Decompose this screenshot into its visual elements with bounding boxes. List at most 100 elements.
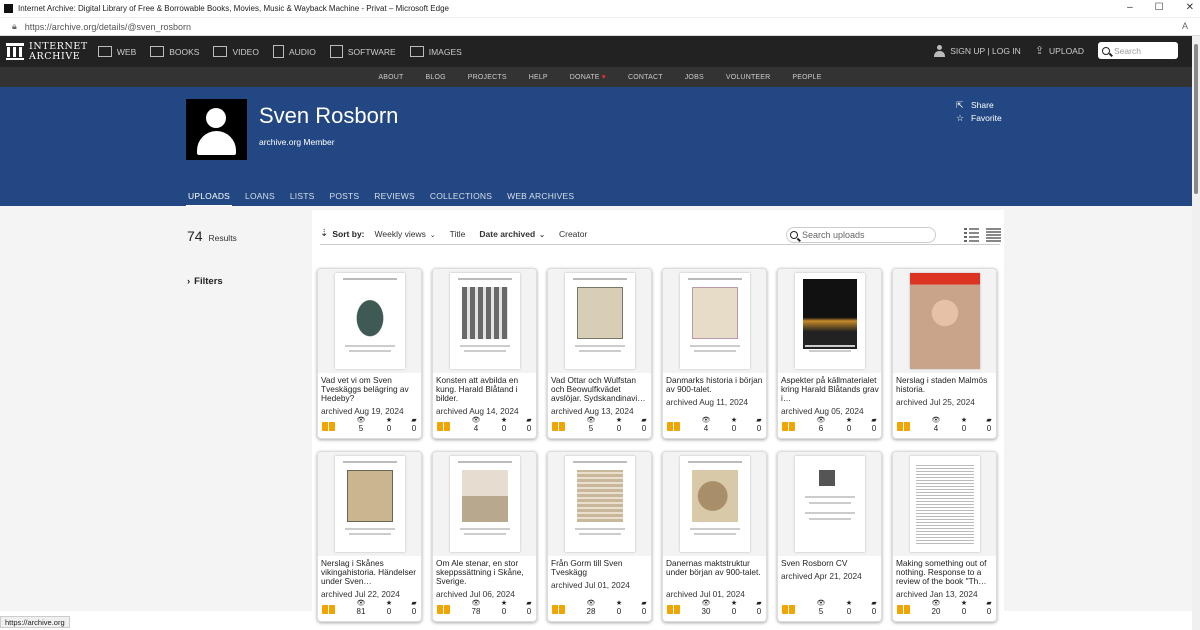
logo-line1: INTERNET	[29, 40, 88, 52]
item-thumbnail[interactable]	[893, 452, 996, 556]
filters-toggle[interactable]: › Filters	[187, 276, 223, 287]
item-card[interactable]: Vad Ottar och Wulfstan och Beowulfkvädet…	[547, 268, 652, 439]
tab-loans[interactable]: LOANS	[243, 191, 277, 207]
item-thumbnail[interactable]	[433, 269, 536, 373]
subnav-help[interactable]: HELP	[529, 74, 548, 81]
item-thumbnail[interactable]	[433, 452, 536, 556]
nav-audio[interactable]: AUDIO	[272, 45, 316, 58]
item-card[interactable]: Aspekter på källmaterialet kring Harald …	[777, 268, 882, 439]
sort-creator[interactable]: Creator	[559, 229, 587, 239]
minimize-icon[interactable]: –	[1127, 2, 1133, 13]
list-view-icon[interactable]	[964, 227, 979, 242]
item-card[interactable]: Från Gorm till Sven Tveskägg archived Ju…	[547, 451, 652, 622]
book-icon	[437, 605, 450, 614]
subnav-contact[interactable]: CONTACT	[628, 74, 663, 81]
review-count: 0	[641, 424, 647, 433]
url-text[interactable]: https://archive.org/details/@sven_rosbor…	[25, 22, 191, 32]
tab-lists[interactable]: LISTS	[288, 191, 317, 207]
site-search-input[interactable]: Search	[1098, 42, 1178, 59]
window-controls: – ☐ ✕	[1127, 2, 1194, 13]
window-title: Internet Archive: Digital Library of Fre…	[18, 4, 449, 13]
item-card[interactable]: Vad vet vi om Sven Tveskäggs belägring a…	[317, 268, 422, 439]
view-count: 6	[818, 424, 824, 433]
read-aloud-icon[interactable]: A	[1182, 21, 1188, 31]
main-area: 74 Results › Filters ⇣ Sort by: Weekly vi…	[0, 206, 1200, 622]
uploads-search-input[interactable]: Search uploads	[786, 227, 936, 243]
item-stats: 👁︎ 28 ★ 0 ▰ 0	[551, 600, 650, 618]
nav-web[interactable]: WEB	[97, 46, 137, 57]
profile-subtitle: archive.org Member	[259, 137, 335, 147]
ia-favicon-icon	[4, 4, 13, 13]
item-card[interactable]: Sven Rosborn CV archived Apr 21, 2024 👁︎…	[777, 451, 882, 622]
subnav-jobs[interactable]: JOBS	[685, 74, 704, 81]
signup-login-link[interactable]: SIGN UP | LOG IN	[934, 44, 1021, 57]
item-card[interactable]: Om Ale stenar, en stor skeppssättning i …	[432, 451, 537, 622]
item-thumbnail[interactable]	[548, 269, 651, 373]
item-stats: 👁︎ 5 ★ 0 ▰ 0	[321, 417, 420, 435]
item-thumbnail[interactable]	[778, 452, 881, 556]
nav-software[interactable]: SOFTWARE	[329, 45, 396, 58]
tab-web-archives[interactable]: WEB ARCHIVES	[505, 191, 576, 207]
item-card[interactable]: Danmarks historia i början av 900-talet.…	[662, 268, 767, 439]
item-card[interactable]: Nerslag i Skånes vikingahistoria. Händel…	[317, 451, 422, 622]
item-card[interactable]: Konsten att avbilda en kung. Harald Blåt…	[432, 268, 537, 439]
item-thumbnail[interactable]	[318, 452, 421, 556]
maximize-icon[interactable]: ☐	[1155, 2, 1164, 13]
item-stats: 👁︎ 4 ★ 0 ▰ 0	[666, 417, 765, 435]
share-icon: ⇱	[956, 100, 964, 110]
heart-icon: ♥	[601, 73, 607, 81]
tab-collections[interactable]: COLLECTIONS	[428, 191, 494, 207]
close-icon[interactable]: ✕	[1186, 2, 1194, 13]
item-card[interactable]: Making something out of nothing. Respons…	[892, 451, 997, 622]
address-bar[interactable]: 🔒︎ https://archive.org/details/@sven_ros…	[0, 18, 1200, 36]
results-number: 74	[187, 228, 203, 244]
ia-logo[interactable]: INTERNET ARCHIVE	[6, 40, 88, 62]
nav-images[interactable]: IMAGES	[409, 46, 462, 57]
sort-date-archived[interactable]: Date archived ⌄	[479, 229, 545, 239]
grid-view-icon[interactable]	[942, 227, 957, 242]
item-stats: 👁︎ 4 ★ 0 ▰ 0	[436, 417, 535, 435]
sort-bar: ⇣ Sort by: Weekly views ⌄ Title Date arc…	[320, 223, 1001, 245]
nav-books[interactable]: BOOKS	[150, 46, 199, 57]
scrollbar-thumb[interactable]	[1194, 44, 1198, 194]
subnav-about[interactable]: ABOUT	[378, 74, 403, 81]
item-thumbnail[interactable]	[893, 269, 996, 373]
book-icon	[897, 605, 910, 614]
share-button[interactable]: ⇱ Share	[956, 99, 1002, 112]
book-icon	[552, 422, 565, 431]
books-icon	[150, 46, 165, 57]
subnav-volunteer[interactable]: VOLUNTEER	[726, 74, 771, 81]
tab-posts[interactable]: POSTS	[327, 191, 361, 207]
tab-reviews[interactable]: REVIEWS	[372, 191, 417, 207]
review-count: 0	[986, 424, 992, 433]
nav-video[interactable]: VIDEO	[213, 46, 259, 57]
item-date: archived Aug 11, 2024	[666, 397, 748, 407]
subnav-blog[interactable]: BLOG	[425, 74, 445, 81]
sort-weekly-views[interactable]: Weekly views ⌄	[375, 229, 436, 239]
compact-list-view-icon[interactable]	[986, 227, 1001, 242]
item-card[interactable]: Nerslag i staden Malmös historia. archiv…	[892, 268, 997, 439]
tab-uploads[interactable]: UPLOADS	[186, 191, 233, 207]
nav-web-label: WEB	[116, 46, 137, 57]
favorite-button[interactable]: ☆ Favorite	[956, 112, 1002, 125]
item-thumbnail[interactable]	[663, 452, 766, 556]
sort-title[interactable]: Title	[450, 229, 466, 239]
sort-direction-icon[interactable]: ⇣	[320, 228, 328, 239]
item-stats: 👁︎ 20 ★ 0 ▰ 0	[896, 600, 995, 618]
review-count: 0	[411, 607, 417, 616]
item-card[interactable]: Danernas maktstruktur under början av 90…	[662, 451, 767, 622]
sort-weekly-views-label: Weekly views	[374, 228, 426, 239]
item-thumbnail[interactable]	[663, 269, 766, 373]
subnav-people[interactable]: PEOPLE	[792, 74, 821, 81]
favorite-count: 0	[386, 607, 392, 616]
item-thumbnail[interactable]	[778, 269, 881, 373]
image-icon	[409, 46, 424, 57]
book-icon	[322, 605, 335, 614]
subnav-projects[interactable]: PROJECTS	[468, 74, 507, 81]
item-thumbnail[interactable]	[318, 269, 421, 373]
vertical-scrollbar[interactable]	[1192, 36, 1200, 630]
subnav-donate[interactable]: DONATE ♥	[570, 74, 606, 81]
upload-link[interactable]: ⇪ UPLOAD	[1035, 44, 1084, 57]
lock-icon[interactable]: 🔒︎	[12, 21, 17, 32]
item-thumbnail[interactable]	[548, 452, 651, 556]
